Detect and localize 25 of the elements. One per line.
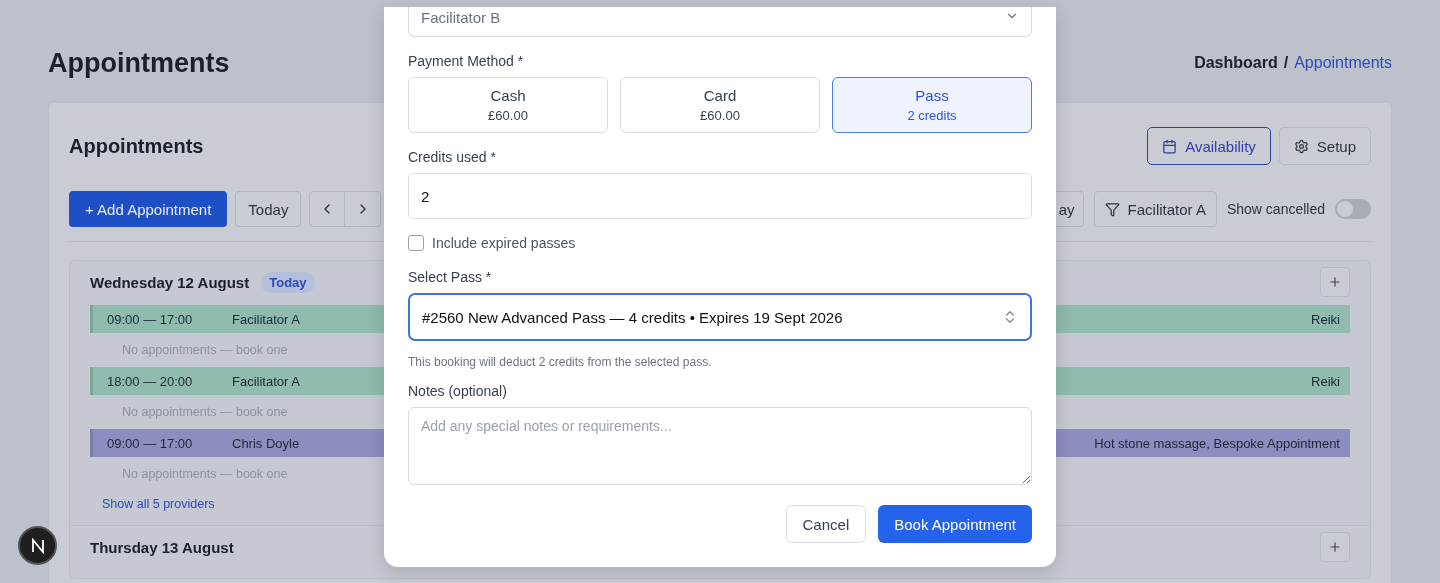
slot-provider: Facilitator A: [232, 311, 300, 327]
card-title: Appointments: [69, 134, 204, 158]
empty-message: No appointments — book one: [122, 343, 288, 357]
field-label: Credits used *: [408, 149, 497, 165]
day-title: Thursday 13 August: [90, 538, 234, 556]
empty-message: No appointments — book one: [122, 467, 288, 481]
empty-message: No appointments — book one: [122, 405, 288, 419]
field-label: Payment Method *: [408, 53, 525, 69]
slot-services: Reiki: [1311, 311, 1340, 327]
toggle-label: Show cancelled: [1226, 201, 1325, 217]
breadcrumb-separator: /: [1283, 54, 1289, 72]
slot-time: 09:00 — 17:00: [107, 311, 194, 327]
day-title: Wednesday 12 August: [90, 273, 250, 291]
slot-time: 09:00 — 17:00: [107, 435, 194, 451]
field-label: Select Pass *: [408, 269, 493, 285]
slot-provider: Facilitator A: [232, 373, 300, 389]
field-label: Notes (optional): [408, 383, 508, 399]
help-text: This booking will deduct 2 credits from the selected pass.: [408, 355, 713, 369]
slot-services: Hot stone massage, Bespoke Appointment: [1094, 435, 1340, 451]
slot-services: Reiki: [1311, 373, 1340, 389]
slot-provider: Chris Doyle: [232, 435, 300, 451]
checkbox-label: Include expired passes: [432, 235, 576, 251]
today-badge: Today: [261, 271, 315, 293]
page-title: Appointments: [48, 47, 230, 79]
slot-time: 18:00 — 20:00: [107, 373, 194, 389]
